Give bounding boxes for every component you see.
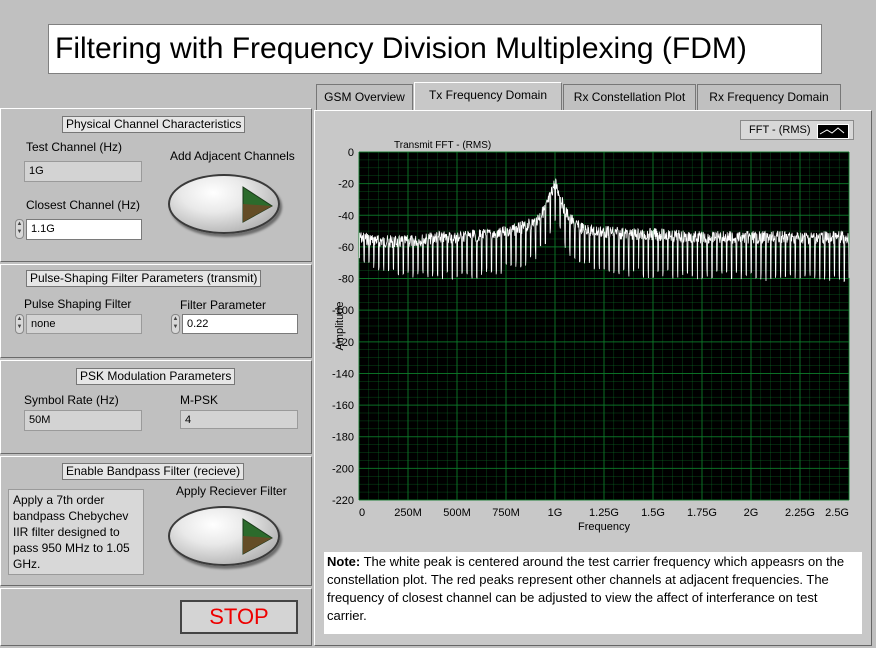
toggle-indicator-icon [242, 518, 273, 555]
adjacent-channels-toggle[interactable] [168, 174, 280, 234]
app-title: Filtering with Frequency Division Multip… [48, 24, 822, 74]
x-tick-label: 1.5G [641, 507, 665, 519]
closest-channel-label: Closest Channel (Hz) [26, 198, 141, 212]
closest-channel-input[interactable]: 1.1G [26, 219, 142, 240]
filter-param-label: Filter Parameter [180, 298, 267, 312]
x-tick-label: 0 [359, 507, 365, 519]
adjacent-channels-label: Add Adjacent Channels [170, 149, 295, 163]
y-tick-label: -220 [332, 495, 354, 507]
chart-title: Transmit FFT - (RMS) [394, 140, 491, 151]
x-tick-label: 750M [492, 507, 520, 519]
bandpass-description: Apply a 7th order bandpass Chebychev IIR… [8, 489, 144, 575]
legend-label: FFT - (RMS) [749, 124, 811, 136]
x-tick-label: 1.75G [687, 507, 717, 519]
fft-chart: 0-20-40-60-80-100-120-140-160-180-200-22… [332, 140, 850, 533]
y-tick-label: -140 [332, 368, 354, 380]
tab-gsm-overview[interactable]: GSM Overview [316, 84, 413, 110]
pulse-filter-spinner[interactable]: ▲ ▼ [15, 314, 24, 334]
x-axis-label: Frequency [578, 521, 630, 533]
tab-rx-constellation-plot[interactable]: Rx Constellation Plot [563, 84, 696, 110]
tab-rx-frequency-domain[interactable]: Rx Frequency Domain [697, 84, 841, 110]
y-tick-label: -160 [332, 400, 354, 412]
note-heading: Note: [327, 554, 361, 569]
y-tick-label: -20 [338, 179, 354, 191]
closest-channel-spinner[interactable]: ▲ ▼ [15, 219, 24, 239]
mpsk-label: M-PSK [180, 393, 219, 407]
test-channel-label: Test Channel (Hz) [26, 140, 123, 154]
test-channel-indicator: 1G [24, 161, 142, 182]
y-axis-label: Amplitude [334, 302, 346, 351]
x-tick-label: 250M [394, 507, 422, 519]
y-tick-label: 0 [348, 147, 354, 159]
legend-line-icon [819, 127, 845, 135]
pulse-filter-label: Pulse Shaping Filter [24, 297, 132, 311]
filter-param-spinner[interactable]: ▲ ▼ [171, 314, 180, 334]
x-tick-label: 2.25G [785, 507, 815, 519]
y-tick-label: -200 [332, 463, 354, 475]
x-tick-label: 1.25G [589, 507, 619, 519]
apply-filter-toggle[interactable] [168, 506, 280, 566]
y-tick-label: -80 [338, 274, 354, 286]
filter-param-input[interactable]: 0.22 [182, 314, 298, 334]
y-tick-label: -40 [338, 210, 354, 222]
x-tick-label: 2G [744, 507, 759, 519]
note-text: The white peak is centered around the te… [327, 554, 845, 623]
note-box: Note: The white peak is centered around … [324, 552, 862, 634]
symbol-rate-indicator: 50M [24, 410, 142, 431]
legend-swatch [817, 124, 849, 139]
bandpass-caption: Enable Bandpass Filter (recieve) [62, 463, 245, 480]
x-tick-label: 2.5G [825, 507, 849, 519]
stop-button[interactable]: STOP [180, 600, 298, 634]
psk-caption: PSK Modulation Parameters [76, 368, 236, 385]
mpsk-indicator: 4 [180, 410, 298, 429]
tab-tx-frequency-domain[interactable]: Tx Frequency Domain [414, 82, 562, 111]
toggle-indicator-icon [242, 186, 273, 223]
y-tick-label: -60 [338, 242, 354, 254]
pulse-shaping-caption: Pulse-Shaping Filter Parameters (transmi… [26, 270, 262, 287]
symbol-rate-label: Symbol Rate (Hz) [24, 393, 119, 407]
apply-filter-label: Apply Reciever Filter [176, 484, 287, 498]
y-tick-label: -180 [332, 432, 354, 444]
pulse-filter-select[interactable]: none [26, 314, 142, 334]
physical-channel-caption: Physical Channel Characteristics [62, 116, 246, 133]
legend: FFT - (RMS) [740, 120, 854, 140]
x-tick-label: 500M [443, 507, 471, 519]
x-tick-label: 1G [548, 507, 563, 519]
